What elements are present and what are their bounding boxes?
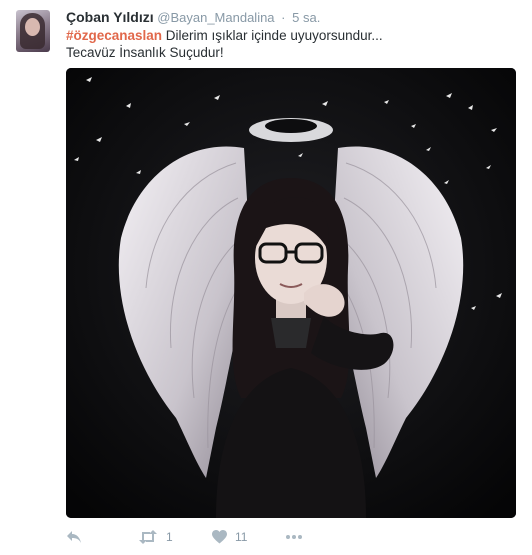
- tweet-line-1: #özgecanaslan Dilerim ışıklar içinde uyu…: [66, 27, 516, 44]
- separator: ·: [281, 10, 286, 25]
- like-count: 11: [235, 530, 248, 544]
- reply-icon: [66, 530, 82, 544]
- retweet-button[interactable]: 1: [138, 527, 173, 547]
- avatar-face: [25, 18, 40, 36]
- retweet-count: 1: [166, 530, 173, 544]
- like-button[interactable]: 11: [212, 527, 247, 547]
- hashtag-link[interactable]: #özgecanaslan: [66, 28, 162, 43]
- display-name[interactable]: Çoban Yıldızı: [66, 9, 154, 25]
- tweet-actions: 1 11: [66, 527, 516, 547]
- tweet[interactable]: Çoban Yıldızı @Bayan_Mandalina · 5 sa. #…: [0, 0, 532, 555]
- like-icon: [212, 530, 227, 544]
- angel-illustration: [66, 68, 516, 518]
- timestamp[interactable]: 5 sa.: [292, 10, 320, 25]
- tweet-header: Çoban Yıldızı @Bayan_Mandalina · 5 sa.: [66, 9, 320, 26]
- tweet-line-1-text: Dilerim ışıklar içinde uyuyorsundur...: [162, 28, 383, 43]
- username[interactable]: @Bayan_Mandalina: [157, 10, 274, 25]
- tweet-photo[interactable]: [66, 68, 516, 518]
- tweet-text: #özgecanaslan Dilerim ışıklar içinde uyu…: [66, 27, 516, 61]
- tweet-line-2: Tecavüz İnsanlık Suçudur!: [66, 45, 224, 60]
- reply-button[interactable]: [66, 527, 82, 547]
- retweet-icon: [138, 530, 158, 544]
- avatar[interactable]: [16, 10, 50, 52]
- more-icon: [286, 535, 302, 539]
- more-button[interactable]: [286, 527, 302, 547]
